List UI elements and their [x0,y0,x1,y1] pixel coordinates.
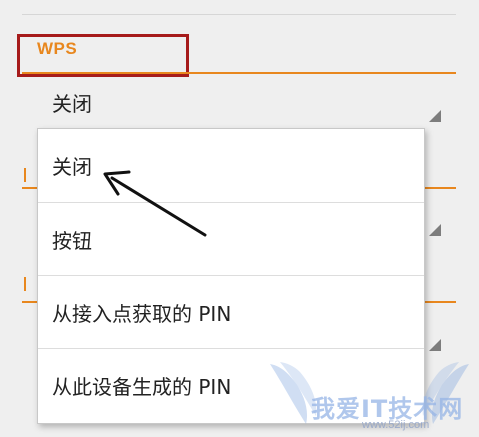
option-button-label: 按钮 [52,228,92,253]
section-divider-wps [22,72,456,74]
dropdown-triangle-icon[interactable] [429,110,441,122]
option-pin-from-device-label: 从此设备生成的 PIN [52,374,232,399]
wps-current-value[interactable]: 关闭 [52,88,92,117]
option-off[interactable]: 关闭 [38,129,424,201]
top-divider [22,14,456,15]
watermark-url: www.52ij.com [362,419,430,431]
option-button[interactable]: 按钮 [38,203,424,275]
section-stub-2 [24,168,26,182]
dropdown-triangle-icon-2[interactable] [429,224,441,236]
dropdown-triangle-icon-3[interactable] [429,339,441,351]
annotation-highlight-box [17,34,189,77]
option-off-label: 关闭 [52,154,92,179]
option-pin-from-ap[interactable]: 从接入点获取的 PIN [38,276,424,348]
section-stub-3 [24,277,26,291]
option-pin-from-ap-label: 从接入点获取的 PIN [52,301,232,326]
